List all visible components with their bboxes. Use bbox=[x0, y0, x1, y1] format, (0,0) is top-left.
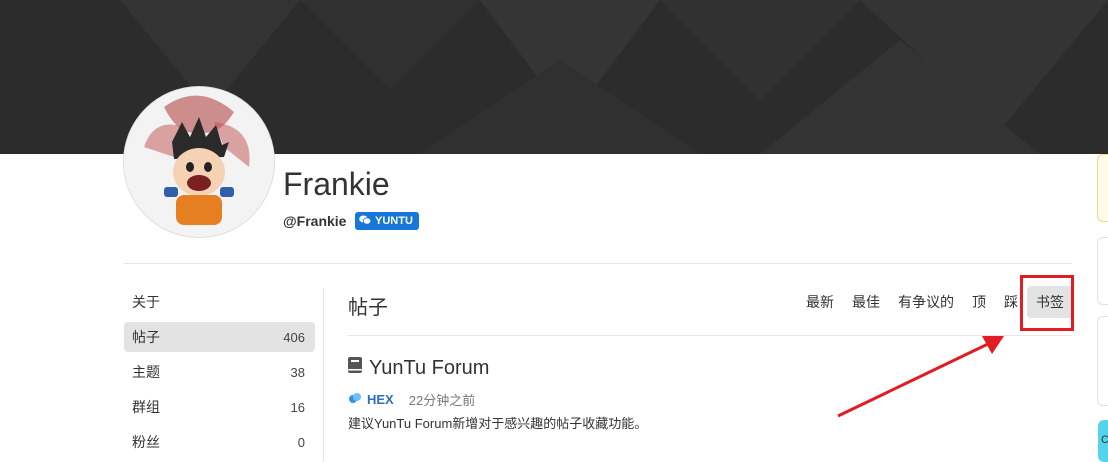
book-icon bbox=[347, 356, 363, 380]
post-title[interactable]: YunTu Forum bbox=[347, 356, 489, 380]
right-panel-3 bbox=[1097, 316, 1108, 406]
post-body: 建议YunTu Forum新增对于感兴趣的帖子收藏功能。 bbox=[348, 416, 648, 431]
right-panel-1 bbox=[1097, 154, 1108, 222]
right-panel-2 bbox=[1097, 237, 1108, 305]
post-title-text: YunTu Forum bbox=[369, 356, 490, 379]
right-panel-4[interactable]: C bbox=[1098, 420, 1108, 462]
post-author[interactable]: HEX bbox=[367, 392, 394, 407]
author-avatar-icon bbox=[348, 391, 362, 408]
annotation-arrow bbox=[837, 336, 1004, 418]
post-time: 22分钟之前 bbox=[408, 393, 476, 408]
post-meta: HEX 22分钟之前 bbox=[348, 390, 475, 409]
header-divider bbox=[348, 335, 1072, 336]
